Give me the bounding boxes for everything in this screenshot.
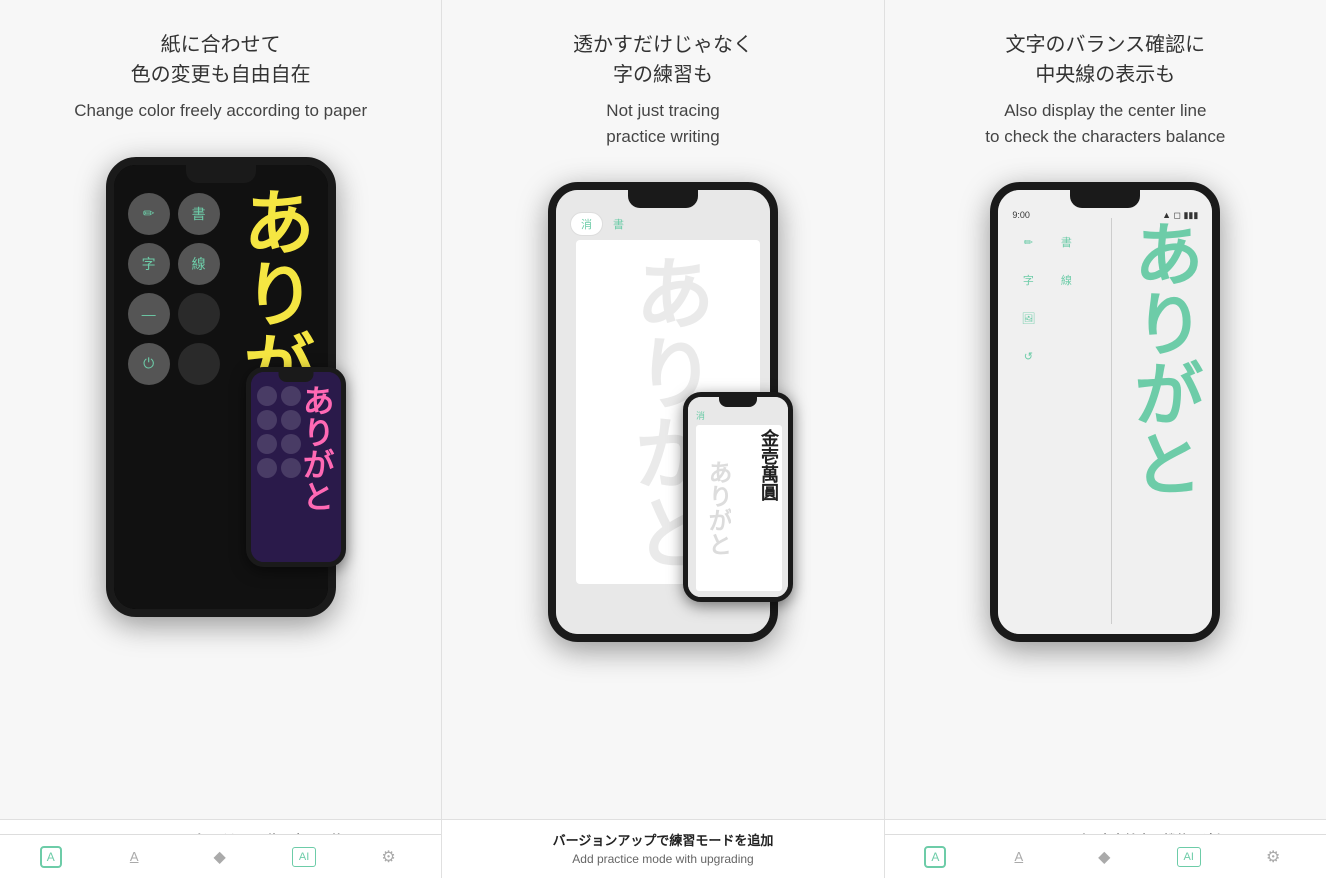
- panel2-bottom-info: バージョンアップで練習モードを追加 Add practice mode with…: [442, 819, 883, 878]
- panel3-title-en: Also display the center lineto check the…: [985, 98, 1225, 149]
- panel2-title-jp: 透かすだけじゃなく字の練習も: [573, 30, 753, 90]
- btn-write[interactable]: 書: [178, 193, 220, 235]
- panel1-main-phone: ✏ 書 字 線 — ⏻ ありがと: [106, 157, 336, 617]
- tab-icon-2[interactable]: A: [121, 844, 147, 870]
- sp2-overlay: 金壱萬圓: [758, 429, 778, 501]
- small-phone-text: ありがと: [301, 384, 333, 512]
- panel3-tab-bar: A A ◆ AI ⚙: [885, 834, 1326, 878]
- p3-btn-image[interactable]: 🖼: [1012, 302, 1044, 334]
- p3-btn-char[interactable]: 字: [1012, 264, 1044, 296]
- p3-btn-empty: [1050, 302, 1082, 334]
- panel1-phone-wrapper: ✏ 書 字 線 — ⏻ ありがと: [20, 152, 421, 859]
- tab3-icon-1[interactable]: A: [924, 846, 946, 868]
- btn-pencil[interactable]: ✏: [128, 193, 170, 235]
- panel1-title-en: Change color freely according to paper: [74, 98, 367, 124]
- status-time: 9:00: [1012, 210, 1030, 221]
- panel2-main-phone: 消 書 ありがと 消 ありがと: [548, 182, 778, 642]
- panel1-title-jp: 紙に合わせて色の変更も自由自在: [131, 30, 311, 90]
- btn-empty2: [178, 343, 220, 385]
- small-notch2: [719, 397, 757, 407]
- panel-2: 透かすだけじゃなく字の練習も Not just tracingpractice …: [442, 0, 884, 878]
- panel3-phone-frame: 9:00 ▲ ◻ ▮▮▮ ✏ 書 字 線 🖼 ↺: [990, 182, 1220, 642]
- tab3-icon-3[interactable]: ◆: [1091, 844, 1117, 870]
- tab-icon-4[interactable]: AI: [292, 847, 316, 867]
- tab-icon-1[interactable]: A: [40, 846, 62, 868]
- panel1-tab-bar: A A ◆ AI ⚙: [0, 834, 441, 878]
- panel2-bottom-en: Add practice mode with upgrading: [458, 852, 867, 866]
- sb1: [257, 386, 277, 406]
- sb2: [281, 386, 301, 406]
- panel3-main-phone: 9:00 ▲ ◻ ▮▮▮ ✏ 書 字 線 🖼 ↺: [990, 182, 1220, 642]
- btn-empty: [178, 293, 220, 335]
- btn-power[interactable]: ⏻: [128, 343, 170, 385]
- p3-btn-pencil[interactable]: ✏: [1012, 226, 1044, 258]
- sb8: [281, 458, 301, 478]
- p3-btn-refresh[interactable]: ↺: [1012, 340, 1044, 372]
- p3-btn-write[interactable]: 書: [1050, 226, 1082, 258]
- small-buttons-grid: [257, 386, 301, 478]
- tab-icon-5[interactable]: ⚙: [376, 844, 402, 870]
- notch2: [628, 190, 698, 208]
- panel2-top-bar: 消 書: [570, 212, 624, 236]
- small-phone-content: ありがと: [251, 372, 341, 562]
- panel2-phone-wrapper: 消 書 ありがと 消 ありがと: [462, 177, 863, 858]
- sb3: [257, 410, 277, 430]
- panel2-bottom-jp: バージョンアップで練習モードを追加: [458, 830, 867, 849]
- panel1-buttons-grid: ✏ 書 字 線 — ⏻: [128, 193, 220, 385]
- tab-icon-3[interactable]: ◆: [207, 844, 233, 870]
- p3-btn-line[interactable]: 線: [1050, 264, 1082, 296]
- btn-write2[interactable]: 書: [613, 216, 624, 232]
- panel-3: 文字のバランス確認に中央線の表示も Also display the cente…: [885, 0, 1326, 878]
- panel3-buttons-grid: ✏ 書 字 線 🖼 ↺: [1012, 226, 1082, 372]
- notch3: [1070, 190, 1140, 208]
- sb7: [257, 458, 277, 478]
- tab3-icon-5[interactable]: ⚙: [1260, 844, 1286, 870]
- notch: [186, 165, 256, 183]
- btn-char[interactable]: 字: [128, 243, 170, 285]
- sb5: [257, 434, 277, 454]
- btn-erase[interactable]: 消: [570, 212, 603, 236]
- panel3-title-jp: 文字のバランス確認に中央線の表示も: [1006, 30, 1206, 90]
- sp2-text-area: ありがと 金壱萬圓: [696, 425, 782, 591]
- panel3-center-line: [1111, 218, 1112, 624]
- panel2-title-en: Not just tracingpractice writing: [606, 98, 719, 149]
- tab3-icon-4[interactable]: AI: [1177, 847, 1201, 867]
- panel3-phone-wrapper: 9:00 ▲ ◻ ▮▮▮ ✏ 書 字 線 🖼 ↺: [905, 177, 1306, 858]
- panel2-small-phone: 消 ありがと 金壱萬圓: [683, 392, 793, 602]
- sb6: [281, 434, 301, 454]
- small-notch: [278, 372, 313, 382]
- p3-btn-empty2: [1050, 340, 1082, 372]
- btn-line[interactable]: 線: [178, 243, 220, 285]
- panel3-screen: 9:00 ▲ ◻ ▮▮▮ ✏ 書 字 線 🖼 ↺: [998, 190, 1212, 634]
- panel1-small-phone: ありがと: [246, 367, 346, 567]
- sp2-guide: ありがと: [700, 460, 735, 556]
- btn-minus[interactable]: —: [128, 293, 170, 335]
- panel3-main-text: ありがと: [1128, 218, 1198, 498]
- sb4: [281, 410, 301, 430]
- panel-1: 紙に合わせて色の変更も自由自在 Change color freely acco…: [0, 0, 442, 878]
- sp2-top-label: 消: [696, 409, 705, 422]
- sp2-content: 消 ありがと 金壱萬圓: [688, 397, 788, 597]
- tab3-icon-2[interactable]: A: [1006, 844, 1032, 870]
